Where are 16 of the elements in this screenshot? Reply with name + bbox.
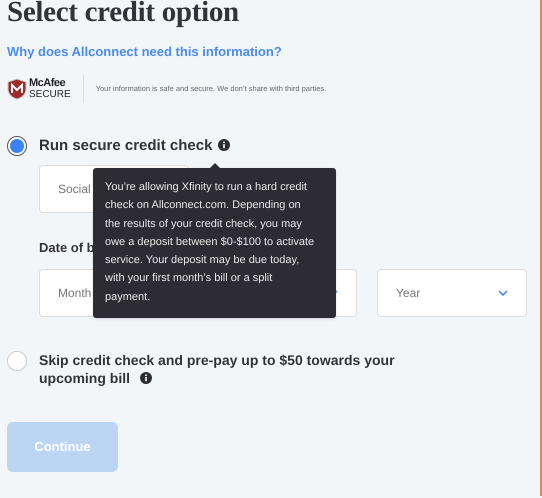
badge-text: McAfee bbox=[29, 78, 66, 88]
tooltip: You’re allowing Xfinity to run a hard credit check on Allconnect.com. Depending on the results of your credit check, you may owe a deposit between $0-$100 to activate service. Your deposit may be due today, with your first month’s bill or a split payment. bbox=[93, 168, 336, 318]
option-label[interactable]: Skip credit check and pre-pay up to $50 towards your upcoming bill bbox=[39, 351, 414, 387]
badge-text: SECURE bbox=[29, 88, 71, 100]
info-icon[interactable] bbox=[218, 139, 230, 151]
info-icon[interactable] bbox=[140, 372, 152, 384]
placeholder: Year bbox=[396, 285, 420, 302]
option-label[interactable]: Run secure credit check bbox=[39, 136, 212, 154]
chevron-down-icon bbox=[498, 290, 508, 296]
info-link[interactable]: Why does Allconnect need this information? bbox=[7, 42, 282, 62]
placeholder: Social bbox=[58, 180, 91, 198]
shield-icon bbox=[7, 78, 27, 100]
page-title: Select credit option bbox=[7, 0, 240, 26]
radio-button[interactable] bbox=[7, 136, 27, 156]
placeholder: Month bbox=[58, 285, 92, 302]
select-field[interactable]: Year bbox=[377, 269, 527, 317]
